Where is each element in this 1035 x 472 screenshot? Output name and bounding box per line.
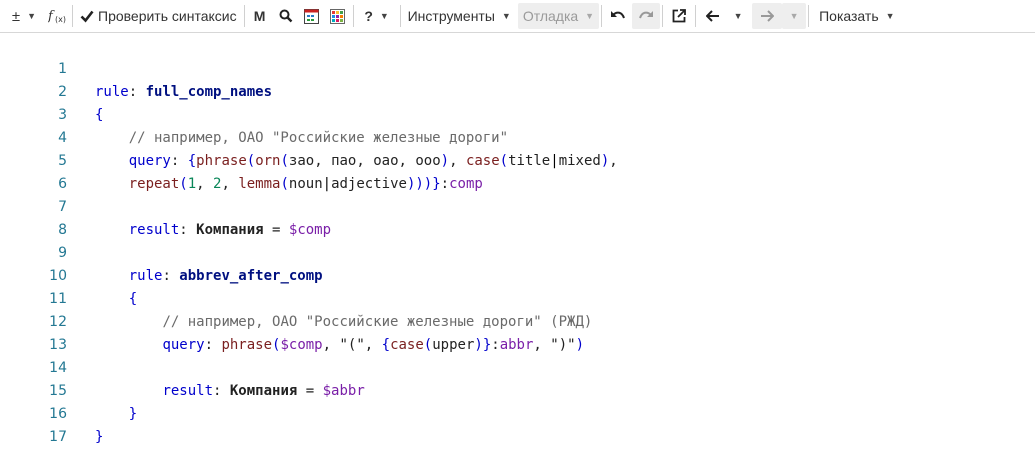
svg-text:f: f xyxy=(48,9,55,24)
code-line: 10 { xyxy=(0,242,1035,307)
help-dropdown[interactable]: ? ▼ xyxy=(356,3,398,29)
m-icon: M xyxy=(253,8,266,24)
morphology-button[interactable]: M xyxy=(247,3,273,29)
code-line: 4 query: {phrase(orn(зао, пао, оао, ооо)… xyxy=(0,104,1035,169)
chevron-down-icon: ▼ xyxy=(501,11,511,21)
brace: } xyxy=(95,429,104,445)
tools-dropdown[interactable]: Инструменты ▼ xyxy=(403,3,516,29)
debug-label: Отладка xyxy=(522,8,579,24)
check-syntax-label: Проверить синтаксис xyxy=(98,8,237,24)
search-button[interactable] xyxy=(273,3,299,29)
code-line: 16 } xyxy=(0,380,1035,445)
redo-button[interactable] xyxy=(632,3,661,29)
plus-minus-icon: ± xyxy=(11,7,21,25)
insert-symbol-dropdown[interactable]: ± ▼ xyxy=(4,3,44,29)
redo-icon xyxy=(638,10,654,22)
code-line: 9 rule: abbrev_after_comp xyxy=(0,219,1035,284)
function-button[interactable]: f (x) xyxy=(44,3,70,29)
code-line: 2 { xyxy=(0,58,1035,123)
code-line: 12 query: phrase($comp, "(", {case(upper… xyxy=(0,288,1035,353)
code-line: 13 xyxy=(0,311,1035,353)
search-icon xyxy=(279,9,293,23)
checkmark-icon xyxy=(80,9,94,23)
code-line: 5 repeat(1, 2, lemma(noun|adjective)))}:… xyxy=(0,127,1035,192)
back-button[interactable] xyxy=(698,3,728,29)
debug-dropdown[interactable]: Отладка ▼ xyxy=(517,3,600,29)
color-palette-icon xyxy=(330,8,346,24)
code-line: 8 xyxy=(0,196,1035,238)
open-external-button[interactable] xyxy=(665,3,693,29)
line-number: 17 xyxy=(49,429,67,445)
toolbar-divider xyxy=(808,5,810,27)
chevron-down-icon: ▼ xyxy=(379,11,389,21)
code-line: 15 } xyxy=(0,357,1035,422)
code-line: 17 xyxy=(0,403,1035,445)
code-editor[interactable]: 1 rule: full_comp_names 2 { 3 // наприме… xyxy=(0,34,1035,445)
arrow-left-icon xyxy=(706,10,720,22)
color-palette-button[interactable] xyxy=(325,3,351,29)
toolbar-divider xyxy=(72,5,73,27)
external-link-icon xyxy=(672,9,686,23)
toolbar-divider xyxy=(662,5,664,27)
code-line: 3 // например, ОАО "Российские железные … xyxy=(0,81,1035,146)
code-line: 6 xyxy=(0,150,1035,192)
undo-icon xyxy=(610,10,626,22)
chevron-down-icon: ▼ xyxy=(733,11,743,21)
toolbar-divider xyxy=(695,5,697,27)
chevron-down-icon: ▼ xyxy=(585,11,595,21)
forward-button[interactable] xyxy=(752,3,783,29)
editor-toolbar: ± ▼ f (x) Проверить синтаксис M ? ▼ Инст… xyxy=(0,0,1035,33)
chevron-down-icon: ▼ xyxy=(789,11,799,21)
toolbar-divider xyxy=(352,5,354,27)
forward-history-dropdown[interactable]: ▼ xyxy=(782,3,807,29)
show-label: Показать xyxy=(819,8,879,24)
show-dropdown[interactable]: Показать ▼ xyxy=(811,3,899,29)
chevron-down-icon: ▼ xyxy=(885,11,895,21)
svg-text:(x): (x) xyxy=(55,15,66,24)
function-icon: f (x) xyxy=(48,8,66,24)
code-line: 1 rule: full_comp_names xyxy=(0,35,1035,100)
back-history-dropdown[interactable]: ▼ xyxy=(728,3,748,29)
tools-label: Инструменты xyxy=(407,8,495,24)
help-icon: ? xyxy=(364,8,373,24)
check-syntax-button[interactable]: Проверить синтаксис xyxy=(75,3,242,29)
calendar-icon xyxy=(304,8,320,24)
calendar-button[interactable] xyxy=(299,3,325,29)
chevron-down-icon: ▼ xyxy=(27,11,37,21)
arrow-right-icon xyxy=(760,10,775,22)
code-line: 14 result: Компания = $abbr xyxy=(0,334,1035,399)
code-line: 7 result: Компания = $comp xyxy=(0,173,1035,238)
undo-button[interactable] xyxy=(604,3,632,29)
code-line: 11 // например, ОАО "Российские железные… xyxy=(0,265,1035,330)
toolbar-divider xyxy=(601,5,603,27)
toolbar-divider xyxy=(399,5,401,27)
toolbar-divider xyxy=(243,5,245,27)
